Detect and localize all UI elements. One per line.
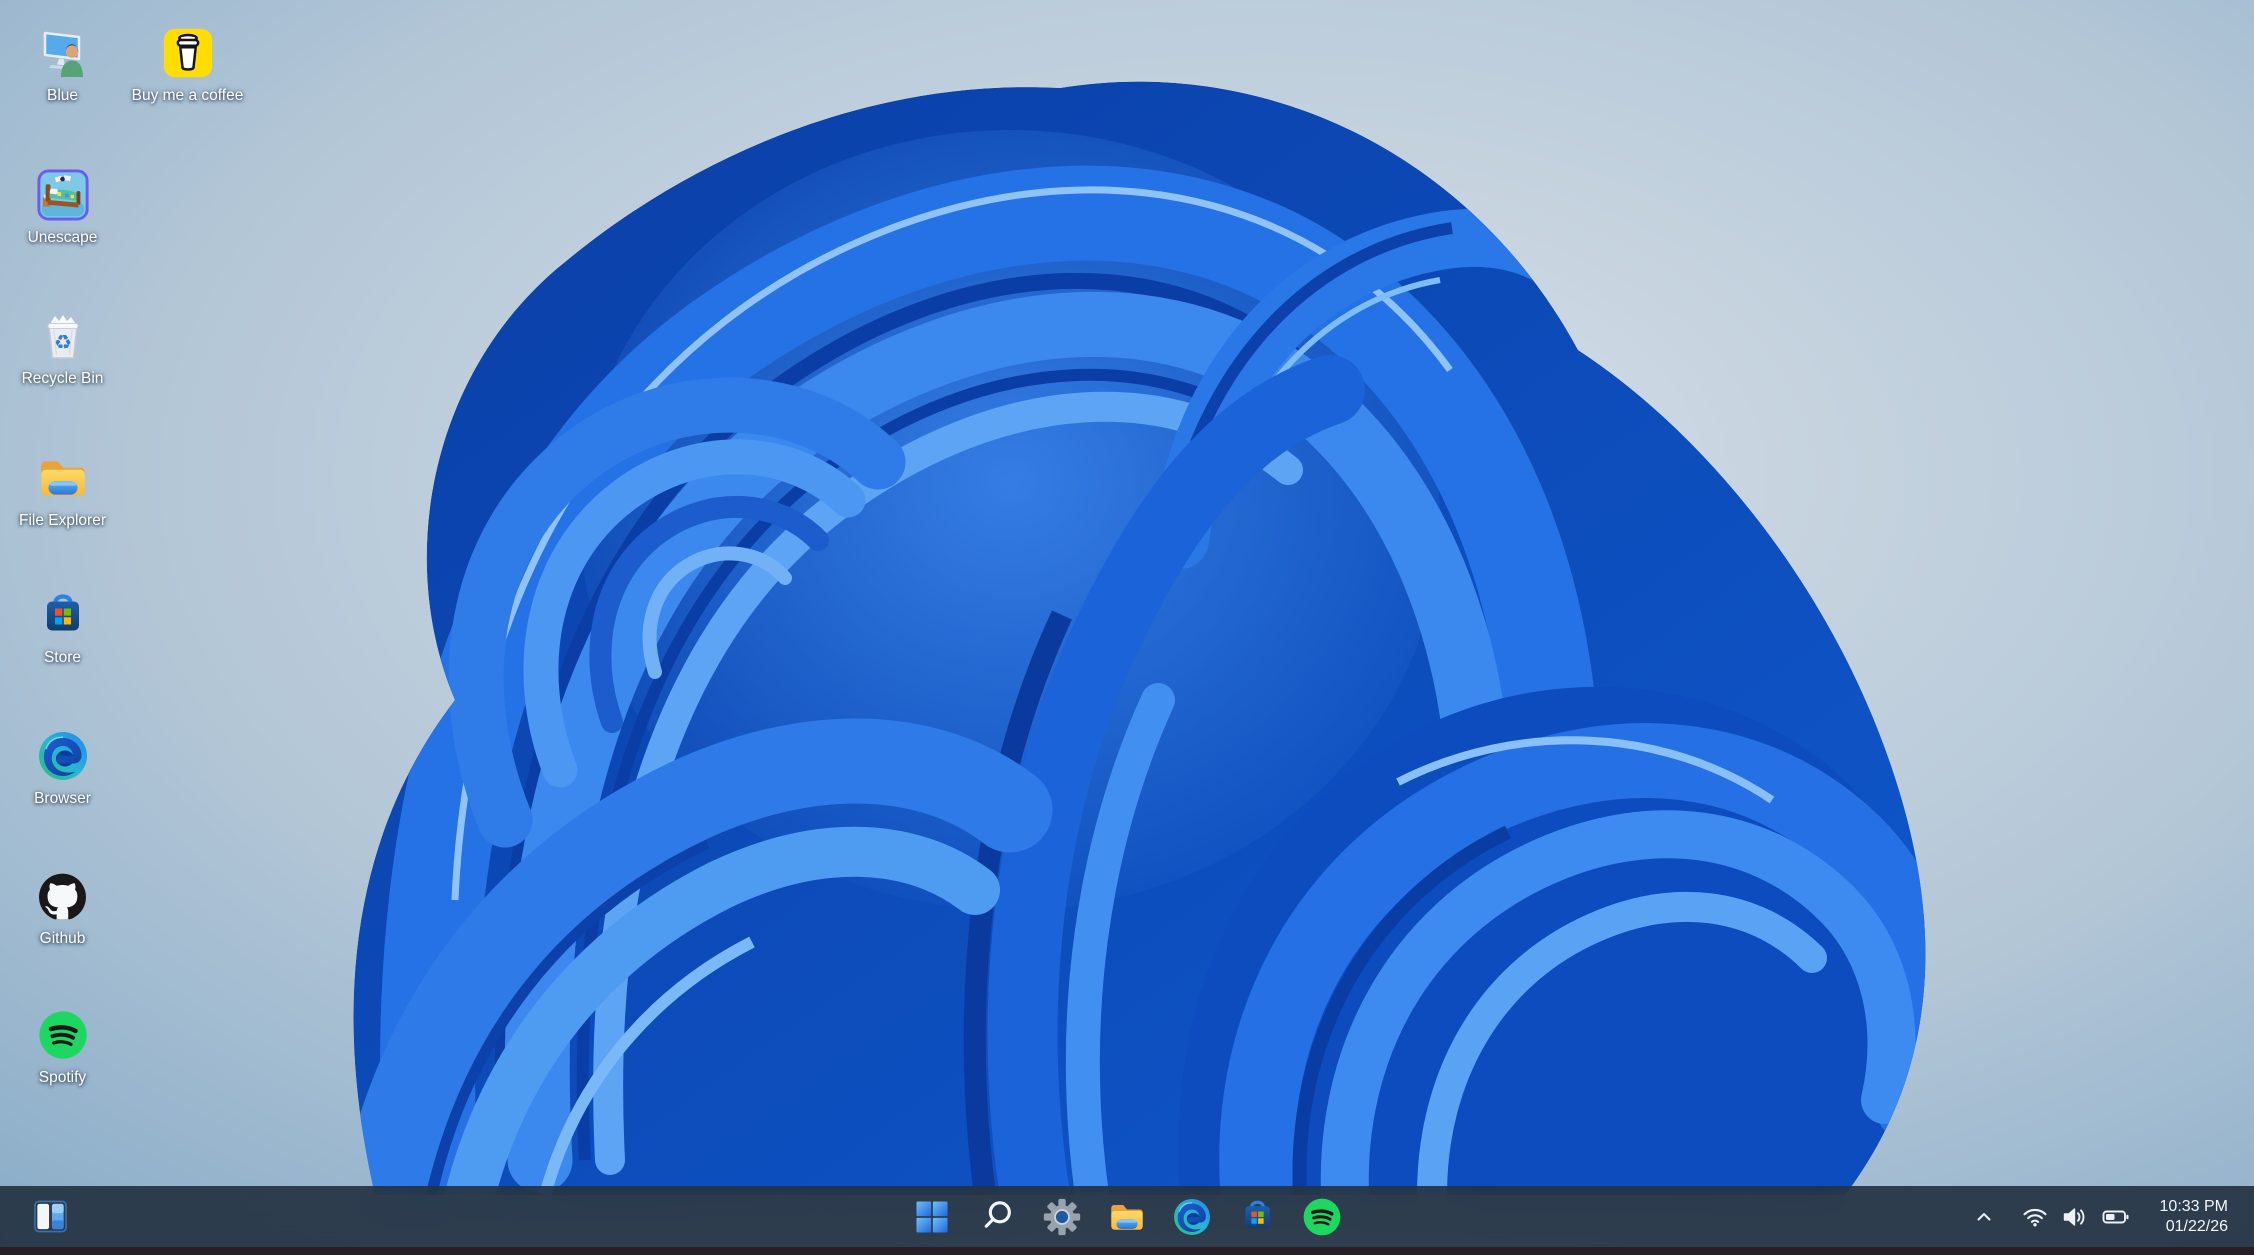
desktop-icon-browser[interactable]: Browser: [0, 715, 125, 808]
desktop-icon-label: Unescape: [28, 229, 98, 247]
gear-icon: [1042, 1197, 1082, 1237]
desktop-icon-unescape[interactable]: Unescape: [0, 154, 125, 247]
recycle-bin-icon: [34, 307, 92, 365]
clock-date: 01/22/26: [2160, 1217, 2228, 1237]
coffee-cup-icon: [159, 24, 217, 82]
chevron-up-icon: [1972, 1205, 1996, 1229]
edge-browser-icon: [1171, 1196, 1213, 1238]
desktop-icon-label: Recycle Bin: [22, 370, 104, 388]
desktop-icon-label: Spotify: [39, 1069, 86, 1087]
widgets-button[interactable]: [22, 1192, 78, 1242]
blue-pc-icon: [34, 24, 92, 82]
desktop-icon-recycle-bin[interactable]: Recycle Bin: [0, 295, 125, 388]
desktop-icon-label: Buy me a coffee: [132, 87, 244, 105]
battery-icon: [2102, 1206, 2130, 1228]
desktop-icon-label: Blue: [47, 87, 78, 105]
desktop-icon-spotify[interactable]: Spotify: [0, 994, 125, 1087]
desktop-icon-github[interactable]: Github: [0, 855, 125, 948]
folder-icon: [1106, 1196, 1148, 1238]
store-button[interactable]: [1229, 1192, 1285, 1242]
hidden-icons-chevron[interactable]: [1968, 1195, 2000, 1239]
windows-start-icon: [913, 1198, 951, 1236]
desktop-icon-label: Browser: [34, 790, 91, 808]
screen-bottom-strip: [0, 1247, 2254, 1255]
microsoft-store-icon: [1236, 1195, 1279, 1238]
quick-settings-button[interactable]: [2016, 1200, 2136, 1234]
github-icon: [34, 867, 92, 925]
widgets-icon: [33, 1199, 68, 1234]
unescape-room-icon: [34, 166, 92, 224]
start-button[interactable]: [904, 1192, 960, 1242]
clock-time: 10:33 PM: [2160, 1197, 2228, 1217]
taskbar: 10:33 PM 01/22/26: [0, 1186, 2254, 1247]
desktop-icon-label: File Explorer: [19, 512, 106, 530]
desktop-icon-store[interactable]: Store: [0, 574, 125, 667]
edge-browser-icon: [34, 727, 92, 785]
microsoft-store-icon: [34, 586, 92, 644]
volume-icon: [2062, 1206, 2088, 1228]
wallpaper-bloom: [0, 0, 2254, 1255]
desktop-icon-file-explorer[interactable]: File Explorer: [0, 437, 125, 530]
desktop-icon-buy-me-a-coffee[interactable]: Buy me a coffee: [125, 12, 250, 105]
folder-icon: [34, 449, 92, 507]
edge-button[interactable]: [1164, 1192, 1220, 1242]
taskbar-pinned-apps: [904, 1192, 1350, 1242]
search-icon: [977, 1196, 1018, 1237]
taskbar-clock[interactable]: 10:33 PM 01/22/26: [2154, 1193, 2234, 1240]
spotify-icon: [1301, 1196, 1343, 1238]
wifi-icon: [2022, 1206, 2048, 1228]
file-explorer-button[interactable]: [1099, 1192, 1155, 1242]
spotify-icon: [34, 1006, 92, 1064]
search-button[interactable]: [969, 1192, 1025, 1242]
desktop-icon-label: Github: [40, 930, 86, 948]
settings-button[interactable]: [1034, 1192, 1090, 1242]
desktop-surface[interactable]: Blue Buy me a coffee Unescape Recycle Bi…: [0, 0, 2254, 1255]
desktop-icon-blue[interactable]: Blue: [0, 12, 125, 105]
system-tray: 10:33 PM 01/22/26: [1968, 1186, 2234, 1247]
spotify-button[interactable]: [1294, 1192, 1350, 1242]
desktop-icon-label: Store: [44, 649, 81, 667]
